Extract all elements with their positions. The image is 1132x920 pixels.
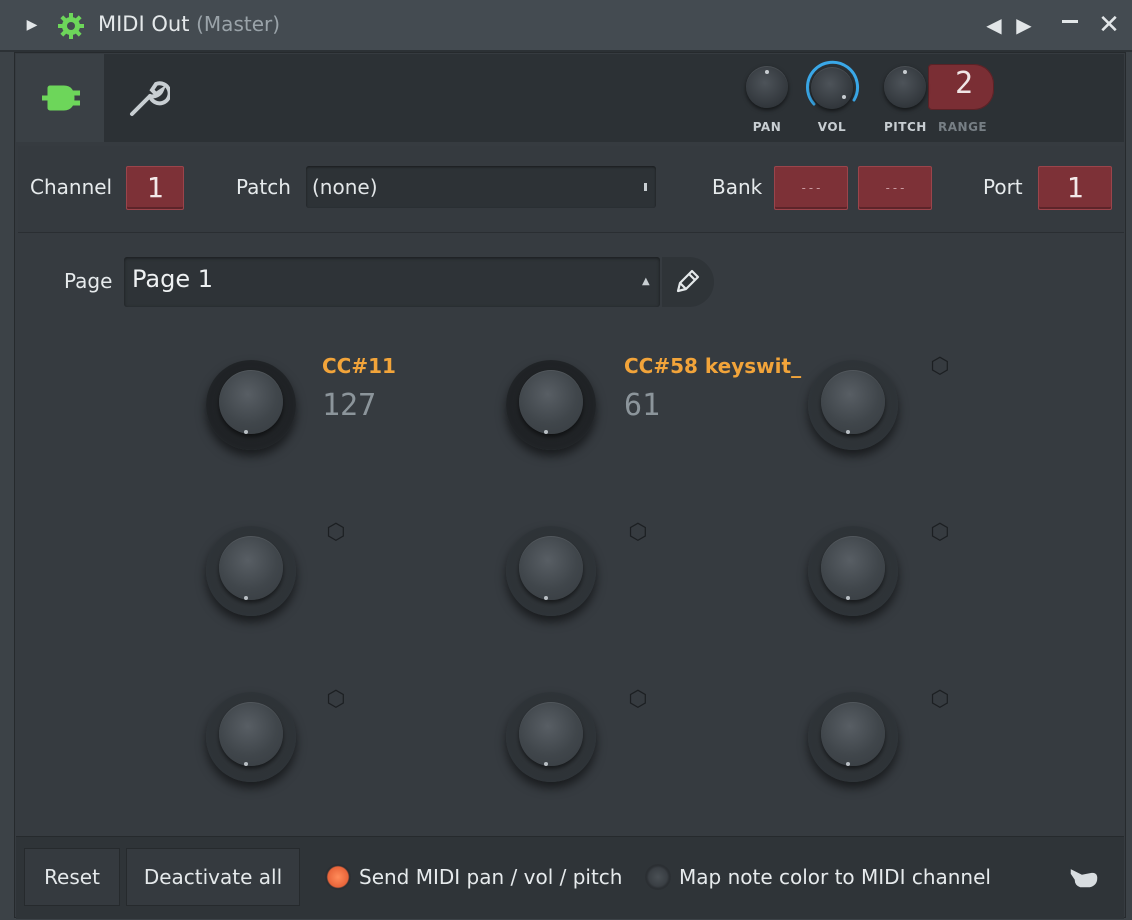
- patch-value: (none): [312, 175, 378, 199]
- dropdown-arrow-icon: ▲: [642, 276, 650, 287]
- cc-knob-2-value: 61: [624, 388, 661, 423]
- bank-label: Bank: [712, 175, 763, 199]
- arrow-right-icon[interactable]: ▶: [1014, 12, 1034, 38]
- knob-7-assign-icon[interactable]: ⬡: [325, 689, 347, 711]
- page-label: Page: [64, 269, 113, 293]
- knob-6-assign-icon[interactable]: ⬡: [929, 522, 951, 544]
- cc-knob-1-value: 127: [322, 388, 377, 423]
- reset-button[interactable]: Reset: [24, 848, 120, 906]
- page-value: Page 1: [132, 265, 213, 293]
- title-subtitle: (Master): [196, 12, 281, 36]
- bank-lsb-field[interactable]: ---: [858, 166, 932, 210]
- vol-label: VOL: [817, 120, 847, 134]
- hand-icon[interactable]: [1066, 860, 1102, 892]
- bank-msb-field[interactable]: ---: [774, 166, 848, 210]
- knob-5-assign-icon[interactable]: ⬡: [627, 522, 649, 544]
- channel-label: Channel: [30, 175, 113, 199]
- cc-knob-1-name: CC#11: [322, 354, 396, 378]
- tab-plugin[interactable]: [16, 54, 104, 142]
- deactivate-all-button[interactable]: Deactivate all: [126, 848, 300, 906]
- cc-knob-7[interactable]: [206, 692, 296, 782]
- cc-knob-2[interactable]: [506, 360, 596, 450]
- plug-icon: [42, 85, 80, 111]
- knob-3-assign-icon[interactable]: ⬡: [929, 356, 951, 378]
- pitch-label: PITCH: [884, 120, 927, 134]
- page-edit-button[interactable]: [662, 257, 714, 307]
- title-main: MIDI Out: [98, 12, 190, 36]
- vol-knob[interactable]: [804, 60, 860, 116]
- patch-label: Patch: [236, 175, 291, 199]
- cc-knob-8[interactable]: [506, 692, 596, 782]
- port-label: Port: [983, 175, 1023, 199]
- send-midi-radio[interactable]: [325, 864, 351, 890]
- pitch-knob[interactable]: [884, 66, 926, 108]
- channel-field[interactable]: 1: [126, 166, 184, 210]
- pencil-icon: [676, 269, 700, 293]
- minimize-icon[interactable]: [1062, 20, 1078, 23]
- pitch-range-value: 2: [954, 66, 974, 101]
- map-color-label: Map note color to MIDI channel: [679, 865, 991, 889]
- range-label: RANGE: [938, 120, 988, 134]
- cc-knob-1[interactable]: [206, 360, 296, 450]
- cc-knob-4[interactable]: [206, 526, 296, 616]
- tab-settings[interactable]: [104, 54, 192, 142]
- cc-knob-3[interactable]: [808, 360, 898, 450]
- close-icon[interactable]: ✕: [1096, 12, 1122, 38]
- arrow-left-icon[interactable]: ◀: [984, 12, 1004, 38]
- dropdown-arrow-icon: [644, 183, 647, 191]
- expand-triangle-icon[interactable]: ▶: [22, 12, 42, 38]
- cc-knob-2-name: CC#58 keyswit_: [624, 354, 802, 378]
- wrench-icon: [130, 81, 170, 116]
- port-field[interactable]: 1: [1038, 166, 1112, 210]
- knob-8-assign-icon[interactable]: ⬡: [627, 689, 649, 711]
- cc-knob-5[interactable]: [506, 526, 596, 616]
- send-midi-label: Send MIDI pan / vol / pitch: [359, 865, 623, 889]
- map-color-radio[interactable]: [645, 864, 671, 890]
- window-title: MIDI Out (Master): [98, 12, 280, 36]
- knob-4-assign-icon[interactable]: ⬡: [325, 522, 347, 544]
- pan-label: PAN: [752, 120, 782, 134]
- cc-knob-9[interactable]: [808, 692, 898, 782]
- cc-knob-6[interactable]: [808, 526, 898, 616]
- pan-knob[interactable]: [746, 66, 788, 108]
- knob-9-assign-icon[interactable]: ⬡: [929, 689, 951, 711]
- gear-icon[interactable]: [56, 11, 86, 41]
